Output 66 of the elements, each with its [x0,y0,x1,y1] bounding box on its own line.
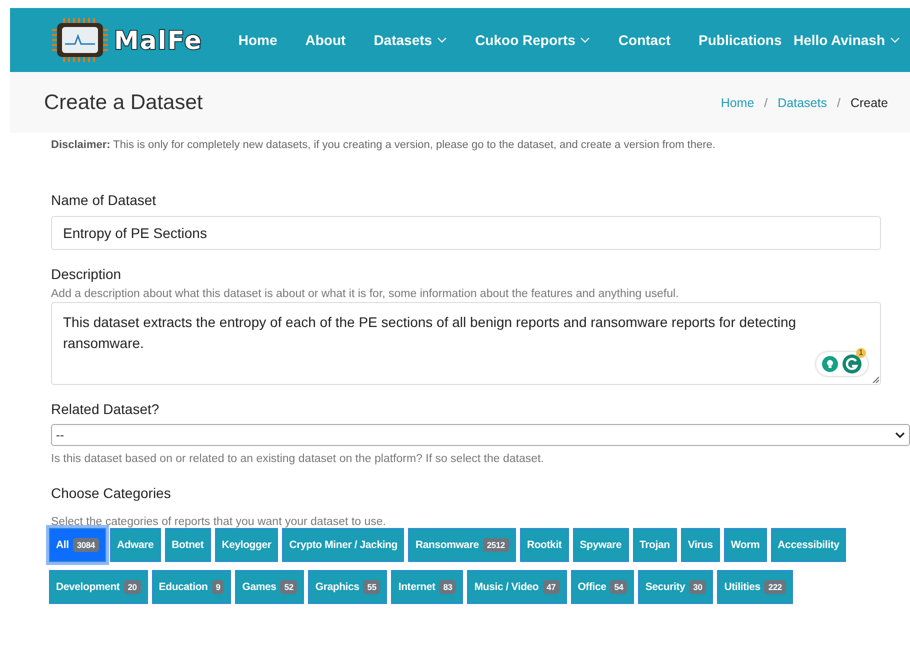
category-toggle[interactable]: Trojan [632,528,677,562]
description-text: This dataset extracts the entropy of each of the PE sections of all benign reports and ransomware reports for detecting ransomware. [63,313,798,353]
category-toggle[interactable]: Spyware [572,528,629,562]
nav-link[interactable]: About [305,32,346,48]
count-badge: 3084 [72,538,99,552]
name-input[interactable]: Entropy of PE Sections [51,216,881,250]
category-toggle[interactable]: Music / Video 47 [467,570,567,604]
count-badge: 222 [764,580,786,594]
breadcrumb-separator: / [764,96,768,110]
lightbulb-icon[interactable] [822,356,838,372]
chevron-down-icon [895,432,905,438]
category-toggle[interactable]: Graphics 55 [308,570,388,604]
nav-link[interactable]: Cukoo Reports [475,32,590,48]
chevron-down-icon [890,37,900,43]
breadcrumb-current: Create [850,96,888,110]
breadcrumb-link[interactable]: Home [720,96,754,110]
field-label: Related Dataset? [51,401,160,417]
category-toggle[interactable]: All 3084 [49,528,106,562]
category-toggle[interactable]: Accessibility [770,528,846,562]
field-label: Name of Dataset [51,192,156,208]
resize-handle-icon[interactable] [872,376,879,383]
count-badge: 55 [363,580,380,594]
nav-link[interactable]: Contact [618,32,671,48]
count-badge: 2512 [482,538,509,552]
category-toggle[interactable]: Virus [680,528,720,562]
category-toggle[interactable]: Worm [724,528,767,562]
related-dataset-select[interactable]: -- [51,424,910,446]
disclaimer-text: Disclaimer: This is only for completely new datasets, if you creating a version, please go to the dataset, and create a version from there. [51,139,716,151]
category-toggle[interactable]: Keylogger [214,528,278,562]
count-badge: 30 [689,580,706,594]
nav-link[interactable]: Datasets [374,32,448,48]
field-label: Choose Categories [51,485,171,501]
nav-link[interactable]: Publications [698,32,782,48]
category-toggle[interactable]: Rootkit [520,528,569,562]
count-badge: 47 [542,580,560,594]
category-toggle[interactable]: Education 9 [152,570,232,604]
chevron-down-icon [580,37,590,43]
category-toggle[interactable]: Botnet [164,528,211,562]
count-badge: 83 [439,580,456,594]
category-toggle[interactable]: Adware [110,528,161,562]
breadcrumb-link[interactable]: Datasets [778,96,827,110]
nav-link[interactable]: Home [238,32,278,48]
brand-name[interactable]: MalFe [114,26,202,54]
count-badge: 52 [280,580,298,594]
category-toggle[interactable]: Crypto Miner / Jacking [282,528,404,562]
notification-badge: 1 [856,348,866,358]
breadcrumb-separator: / [836,96,840,110]
field-label: Description [51,266,122,282]
category-toggle[interactable]: Internet 83 [391,570,464,604]
category-toggle[interactable]: Ransomware 2512 [408,528,516,562]
page-title: Create a Dataset [44,90,203,114]
help-text: Add a description about what this dataset is about or what it is for, some information about the features and anything useful. [51,288,679,300]
category-toggle[interactable]: Security 30 [638,570,714,604]
category-toggle[interactable]: Games 52 [235,570,304,604]
count-badge: 9 [212,580,224,594]
count-badge: 20 [124,580,141,594]
g-logo-icon[interactable] [842,354,862,374]
user-menu[interactable]: Hello Avinash [793,32,900,48]
category-toggle[interactable]: Office 54 [570,570,634,604]
help-text: Is this dataset based on or related to an existing dataset on the platform? If so select the dataset. [51,453,544,465]
chevron-down-icon [437,37,448,43]
category-toggle[interactable]: Utilities 222 [717,570,793,604]
description-textarea[interactable]: This dataset extracts the entropy of each of the PE sections of all benign reports and ransomware reports for detecting ransomware. 1 [51,302,881,385]
category-toggle[interactable]: Development 20 [49,570,148,604]
count-badge: 54 [610,580,628,594]
help-text: Select the categories of reports that you want your dataset to use. [51,516,386,528]
